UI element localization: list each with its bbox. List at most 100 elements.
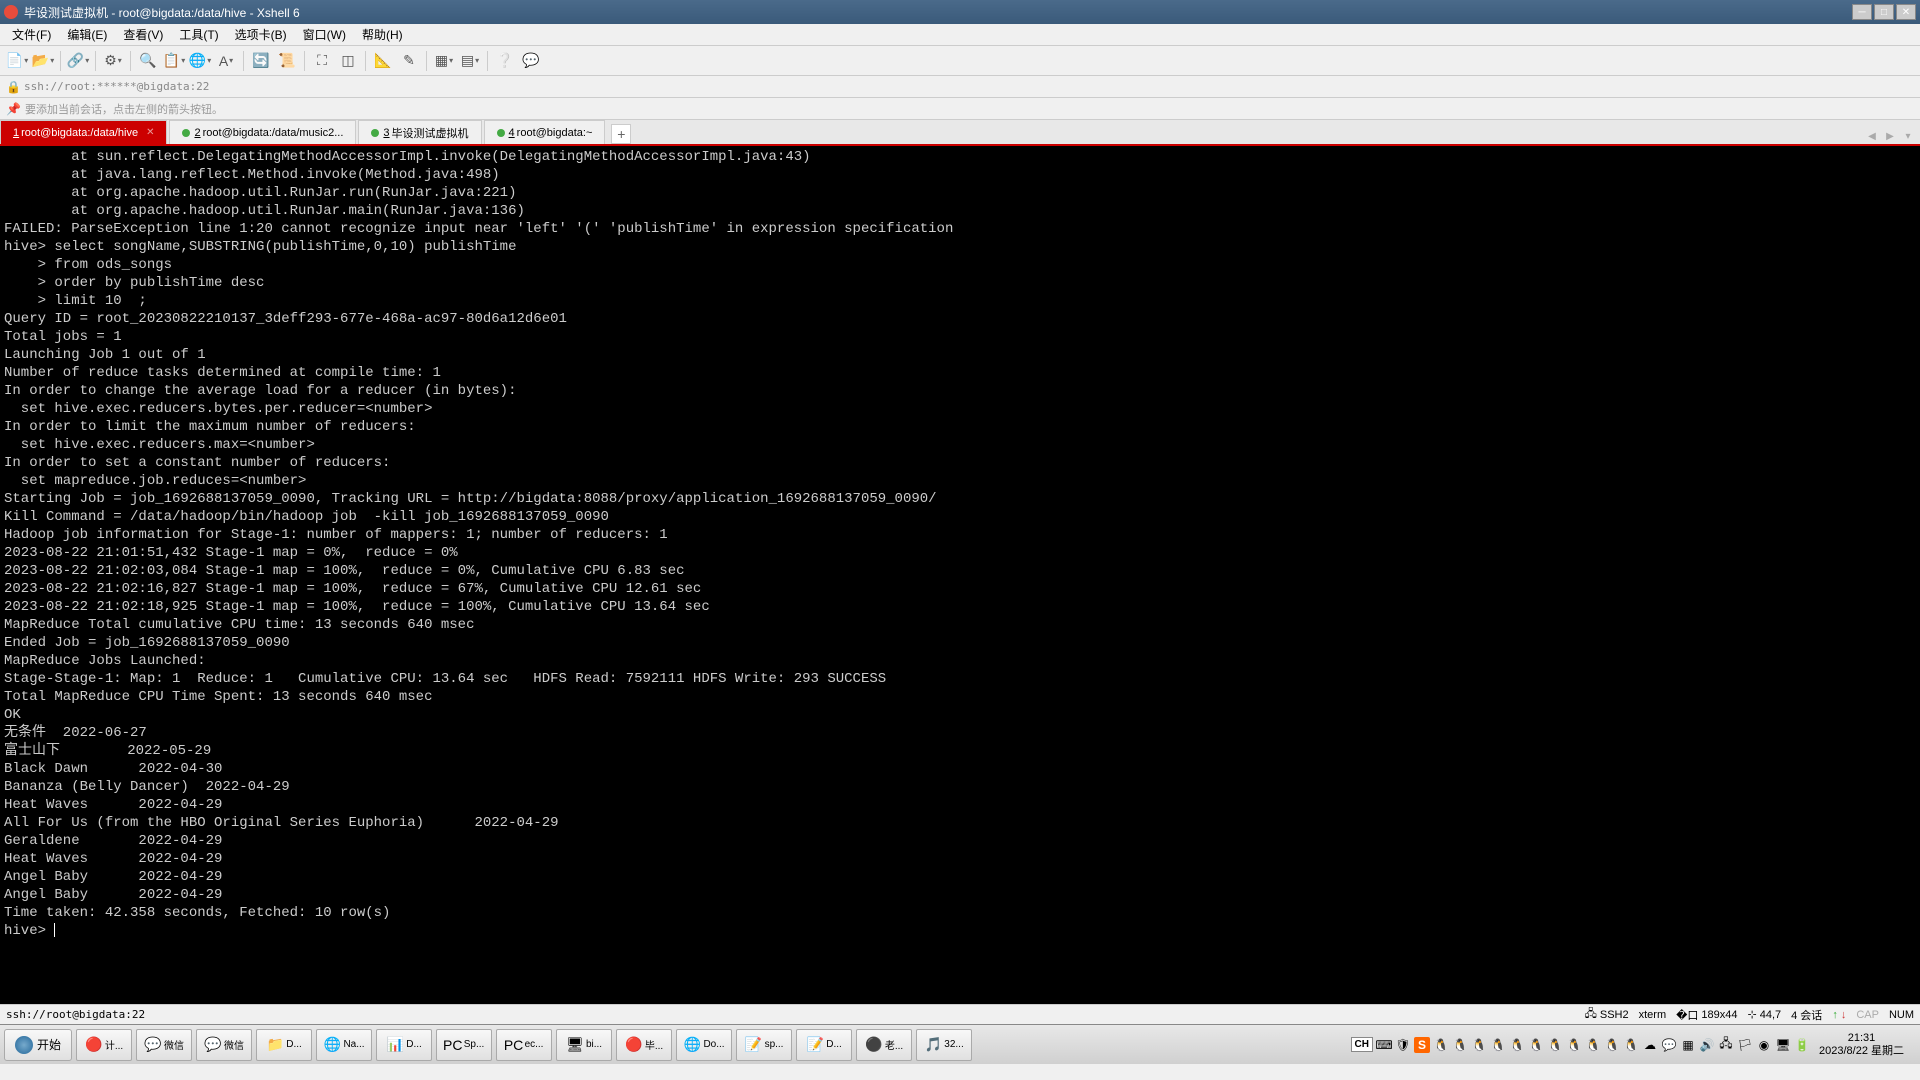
separator (365, 51, 366, 71)
tray-cloud-icon[interactable]: ☁ (1642, 1037, 1658, 1053)
reconnect-button[interactable]: 🔗▾ (67, 50, 89, 72)
taskbar-app[interactable]: ⚫老... (856, 1029, 912, 1061)
tray-qq-icon[interactable]: 🐧 (1566, 1037, 1582, 1053)
globe-button[interactable]: 🌐▾ (189, 50, 211, 72)
properties-button[interactable]: ⚙▾ (102, 50, 124, 72)
tray-sogou-icon[interactable]: S (1414, 1037, 1430, 1053)
taskbar-app[interactable]: 🖥bi... (556, 1029, 612, 1061)
separator (426, 51, 427, 71)
tray-flag-icon[interactable]: 🏳 (1737, 1037, 1753, 1053)
tray-qq-icon[interactable]: 🐧 (1490, 1037, 1506, 1053)
tray-app-icon[interactable]: ▦ (1680, 1037, 1696, 1053)
app-label: 计... (105, 1037, 123, 1052)
script-button[interactable]: 📜 (276, 50, 298, 72)
tray-misc-icon[interactable]: ◉ (1756, 1037, 1772, 1053)
tray-qq-icon[interactable]: 🐧 (1585, 1037, 1601, 1053)
terminal-output[interactable]: at sun.reflect.DelegatingMethodAccessorI… (0, 146, 1920, 1004)
menu-window[interactable]: 窗口(W) (295, 24, 354, 45)
refresh-button[interactable]: 🔄 (250, 50, 272, 72)
app-icon: ⚫ (865, 1036, 883, 1054)
taskbar-app[interactable]: PCec... (496, 1029, 552, 1061)
taskbar-app[interactable]: 🌐Do... (676, 1029, 732, 1061)
open-button[interactable]: 📂▾ (32, 50, 54, 72)
clock[interactable]: 21:31 2023/8/22 星期二 (1813, 1032, 1910, 1058)
hint-text: 要添加当前会话，点击左侧的箭头按钮。 (25, 101, 223, 117)
tab-nav: ◀ ▶ ▾ (1864, 128, 1920, 144)
taskbar-app[interactable]: 💬微信 (136, 1029, 192, 1061)
app-icon: 🎵 (924, 1036, 942, 1054)
tab-next-button[interactable]: ▶ (1882, 128, 1898, 144)
tray-keyboard-icon[interactable]: ⌨ (1376, 1037, 1392, 1053)
menu-file[interactable]: 文件(F) (4, 24, 59, 45)
tray-qq-icon[interactable]: 🐧 (1471, 1037, 1487, 1053)
tray-monitor-icon[interactable]: 🖥 (1775, 1037, 1791, 1053)
toolbar: 📄▾ 📂▾ 🔗▾ ⚙▾ 🔍 📋▾ 🌐▾ A▾ 🔄 📜 ⛶ ◫ 📐 ✎ ▦▾ ▤▾… (0, 46, 1920, 76)
status-size: �口 189x44 (1676, 1007, 1737, 1023)
taskbar-app[interactable]: 🔴计... (76, 1029, 132, 1061)
new-session-button[interactable]: 📄▾ (6, 50, 28, 72)
tab-number: 3 (383, 127, 389, 139)
pin-icon[interactable]: 📌 (6, 102, 21, 116)
tab-label: 毕设测试虚拟机 (392, 125, 469, 141)
minimize-button[interactable]: ─ (1852, 4, 1872, 20)
menu-edit[interactable]: 编辑(E) (59, 24, 115, 45)
session-tab[interactable]: 3 毕设测试虚拟机 (358, 120, 481, 144)
menu-tabs[interactable]: 选项卡(B) (227, 24, 295, 45)
taskbar-app[interactable]: 🔴毕... (616, 1029, 672, 1061)
taskbar-app[interactable]: 📁D... (256, 1029, 312, 1061)
tab-number: 4 (509, 127, 515, 139)
layout2-button[interactable]: ▤▾ (459, 50, 481, 72)
lock-button[interactable]: 📐 (372, 50, 394, 72)
tray-volume-icon[interactable]: 🔊 (1699, 1037, 1715, 1053)
chat-button[interactable]: 💬 (520, 50, 542, 72)
separator (130, 51, 131, 71)
tray-wechat-icon[interactable]: 💬 (1661, 1037, 1677, 1053)
taskbar-app[interactable]: PCSp... (436, 1029, 492, 1061)
taskbar-app[interactable]: 📝D... (796, 1029, 852, 1061)
add-tab-button[interactable]: + (611, 124, 631, 144)
transparency-button[interactable]: ◫ (337, 50, 359, 72)
tray-battery-icon[interactable]: 🔋 (1794, 1037, 1810, 1053)
tray-qq-icon[interactable]: 🐧 (1547, 1037, 1563, 1053)
help-button[interactable]: ❔ (494, 50, 516, 72)
tray-qq-icon[interactable]: 🐧 (1528, 1037, 1544, 1053)
app-icon: PC (444, 1036, 462, 1054)
tab-prev-button[interactable]: ◀ (1864, 128, 1880, 144)
session-tab[interactable]: 2 root@bigdata:/data/music2... (169, 120, 356, 144)
highlight-button[interactable]: ✎ (398, 50, 420, 72)
close-button[interactable]: ✕ (1896, 4, 1916, 20)
tray-qq-icon[interactable]: 🐧 (1433, 1037, 1449, 1053)
menu-view[interactable]: 查看(V) (115, 24, 171, 45)
taskbar-app[interactable]: 📝sp... (736, 1029, 792, 1061)
font-button[interactable]: A▾ (215, 50, 237, 72)
language-indicator[interactable]: CH (1351, 1037, 1373, 1052)
session-tab[interactable]: 4 root@bigdata:~ (484, 120, 606, 144)
session-tab[interactable]: 1 root@bigdata:/data/hive✕ (0, 120, 167, 144)
tab-label: root@bigdata:~ (517, 127, 593, 139)
tray-shield-icon[interactable]: 🛡 (1395, 1037, 1411, 1053)
taskbar-app[interactable]: 🎵32... (916, 1029, 972, 1061)
tray-qq-icon[interactable]: 🐧 (1623, 1037, 1639, 1053)
status-sessions: 4 会话 (1791, 1007, 1822, 1023)
layout1-button[interactable]: ▦▾ (433, 50, 455, 72)
tray-qq-icon[interactable]: 🐧 (1509, 1037, 1525, 1053)
status-dot-icon (182, 129, 190, 137)
tab-list-button[interactable]: ▾ (1900, 128, 1916, 144)
menu-tools[interactable]: 工具(T) (171, 24, 226, 45)
fullscreen-button[interactable]: ⛶ (311, 50, 333, 72)
taskbar-app[interactable]: 💬微信 (196, 1029, 252, 1061)
address-text[interactable]: ssh://root:******@bigdata:22 (24, 80, 209, 93)
app-label: 微信 (224, 1037, 244, 1052)
menu-help[interactable]: 帮助(H) (354, 24, 411, 45)
taskbar-app[interactable]: 🌐Na... (316, 1029, 372, 1061)
tray-qq-icon[interactable]: 🐧 (1604, 1037, 1620, 1053)
start-button[interactable]: 开始 (4, 1029, 72, 1061)
maximize-button[interactable]: □ (1874, 4, 1894, 20)
tray-network-icon[interactable]: 🖧 (1718, 1037, 1734, 1053)
taskbar-app[interactable]: 📊D... (376, 1029, 432, 1061)
app-icon: 🔴 (625, 1036, 643, 1054)
search-button[interactable]: 🔍 (137, 50, 159, 72)
tray-qq-icon[interactable]: 🐧 (1452, 1037, 1468, 1053)
tab-close-button[interactable]: ✕ (146, 127, 154, 138)
copy-button[interactable]: 📋▾ (163, 50, 185, 72)
